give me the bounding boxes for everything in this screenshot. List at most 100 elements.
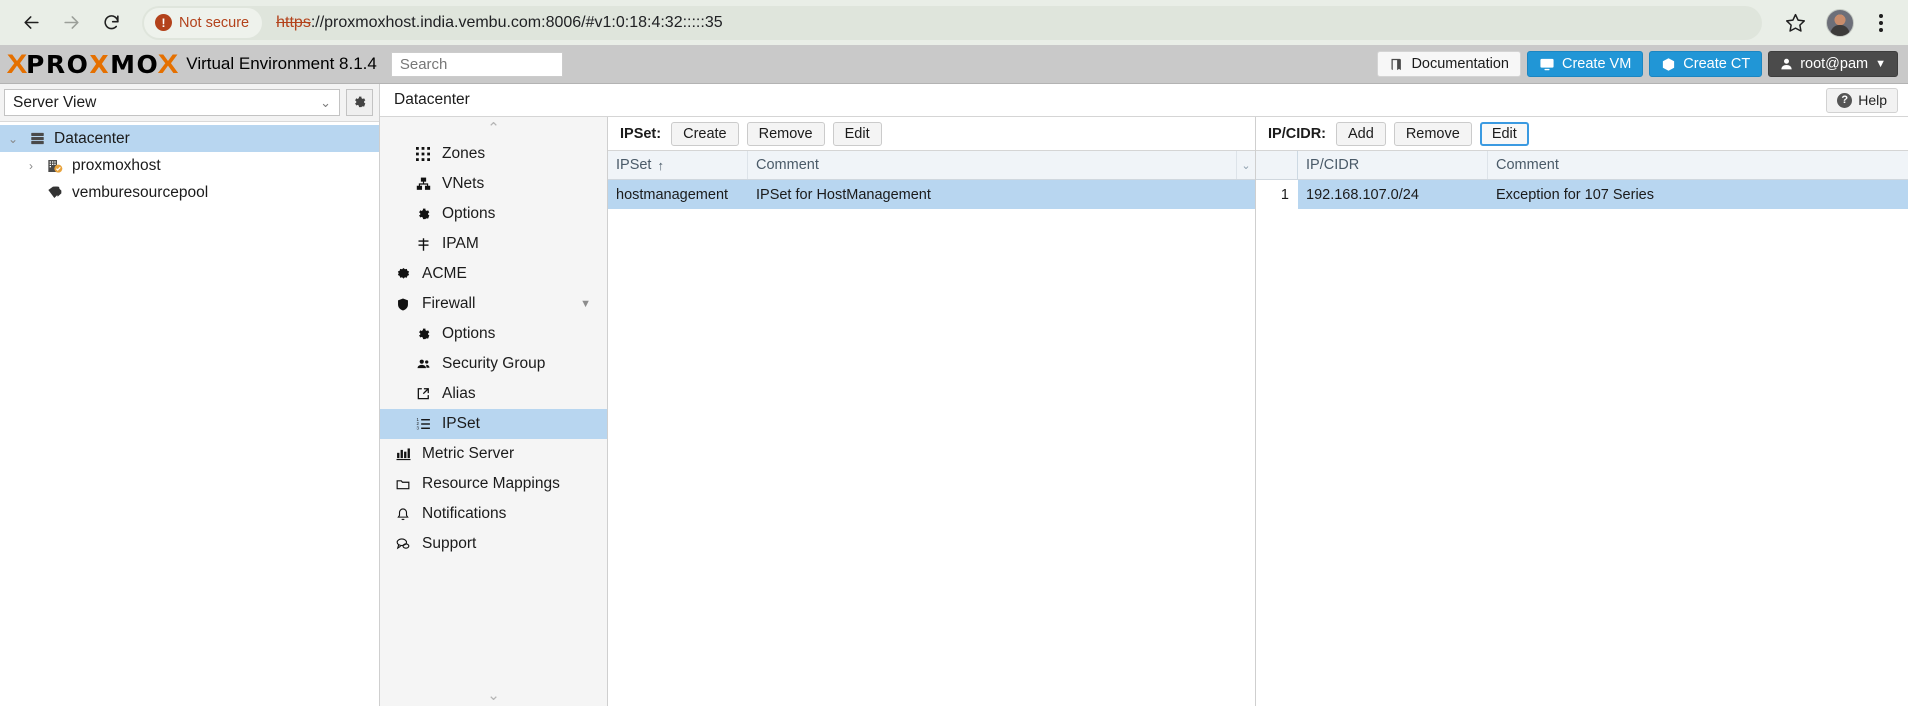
ipcidr-add-label: Add <box>1348 125 1374 142</box>
nav-scroll-down-icon[interactable]: ⌄ <box>380 684 607 706</box>
help-label: Help <box>1858 92 1887 108</box>
ipset-grid-header: IPSet ↑ Comment ⌄ <box>608 151 1255 180</box>
desktop-icon <box>1540 58 1554 70</box>
ipcidr-remove-button[interactable]: Remove <box>1393 121 1472 146</box>
create-vm-button[interactable]: Create VM <box>1526 51 1644 77</box>
three-dot-menu-icon[interactable] <box>1868 6 1894 40</box>
nav-item-metric-server[interactable]: Metric Server <box>380 439 607 469</box>
nav-item-notifications[interactable]: Notifications <box>380 499 607 529</box>
ipcidr-toolbar: IP/CIDR: Add Remove Edit <box>1256 117 1908 151</box>
nav-item-label: Zones <box>442 145 486 162</box>
user-menu-button[interactable]: root@pam ▼ <box>1768 51 1898 77</box>
column-header-ipset[interactable]: IPSet ↑ <box>608 151 748 179</box>
ipcidr-edit-label: Edit <box>1491 125 1517 142</box>
gear-icon[interactable] <box>346 89 373 116</box>
tree-item-datacenter[interactable]: ⌄ Datacenter <box>0 125 379 152</box>
datacenter-nav-menu: ⌃ Zones VNets Options IPAM ACME Firewall… <box>380 117 608 706</box>
ipcidr-grid-header: IP/CIDR Comment <box>1256 151 1908 180</box>
panes: ⌃ Zones VNets Options IPAM ACME Firewall… <box>380 117 1908 706</box>
ipset-create-label: Create <box>683 125 727 142</box>
address-bar[interactable]: ! Not secure https://proxmoxhost.india.v… <box>142 5 1762 40</box>
create-vm-label: Create VM <box>1561 56 1632 72</box>
ipcidr-add-button[interactable]: Add <box>1336 121 1386 146</box>
search-input[interactable]: Search <box>390 51 563 77</box>
profile-avatar[interactable] <box>1826 8 1854 37</box>
view-selector-value: Server View <box>13 93 97 111</box>
tree-item-vemburesourcepool[interactable]: vemburesourcepool <box>0 179 379 206</box>
user-icon <box>1781 58 1792 70</box>
documentation-button[interactable]: Documentation <box>1377 51 1521 77</box>
users-icon <box>414 357 432 371</box>
nav-item-resource-mappings[interactable]: Resource Mappings <box>380 469 607 499</box>
chevron-down-icon: ▼ <box>1875 58 1886 70</box>
view-selector[interactable]: Server View ⌄ <box>4 89 340 116</box>
tree-item-label: vemburesourcepool <box>72 183 209 201</box>
tree-item-proxmoxhost[interactable]: › proxmoxhost <box>0 152 379 179</box>
nav-item-label: Security Group <box>442 355 546 372</box>
nav-item-firewall[interactable]: Firewall ▼ <box>380 289 607 319</box>
gear-icon <box>414 207 432 222</box>
url-rest: ://proxmoxhost.india.vembu.com:8006/#v1:… <box>310 13 723 31</box>
column-header-label: Comment <box>756 157 819 173</box>
nav-item-options-sdn[interactable]: Options <box>380 199 607 229</box>
cell-rownum: 1 <box>1256 180 1298 209</box>
nav-item-label: IPSet <box>442 415 480 432</box>
column-header-rownum <box>1256 151 1298 179</box>
nav-item-label: Alias <box>442 385 476 402</box>
comments-icon <box>394 537 412 551</box>
nav-item-acme[interactable]: ACME <box>380 259 607 289</box>
datacenter-icon <box>27 131 47 146</box>
column-header-label: IP/CIDR <box>1306 157 1360 173</box>
resource-tree-panel: Server View ⌄ ⌄ Datacenter › proxmoxhost <box>0 84 380 706</box>
nav-item-options-firewall[interactable]: Options <box>380 319 607 349</box>
documentation-label: Documentation <box>1411 56 1509 72</box>
cell-ipset: hostmanagement <box>616 186 729 203</box>
chevron-down-icon[interactable]: ⌄ <box>1237 151 1255 179</box>
ipset-edit-button[interactable]: Edit <box>832 121 882 146</box>
logo-pro: PRO <box>26 49 90 79</box>
url-text: https://proxmoxhost.india.vembu.com:8006… <box>268 14 722 32</box>
nav-item-vnets[interactable]: VNets <box>380 169 607 199</box>
nav-item-support[interactable]: Support <box>380 529 607 559</box>
grid-icon <box>414 147 432 161</box>
forward-arrow-icon[interactable] <box>54 6 88 40</box>
nav-item-security-group[interactable]: Security Group <box>380 349 607 379</box>
node-icon <box>45 158 65 174</box>
nav-scroll-up-icon[interactable]: ⌃ <box>380 117 607 139</box>
ipset-toolbar: IPSet: Create Remove Edit <box>608 117 1255 151</box>
nav-item-label: Support <box>422 535 477 552</box>
book-icon <box>1391 58 1402 70</box>
ipcidr-edit-button[interactable]: Edit <box>1479 121 1529 146</box>
site-security-indicator[interactable]: ! Not secure <box>144 7 263 38</box>
nav-item-ipset[interactable]: 123 IPSet <box>380 409 607 439</box>
nav-item-alias[interactable]: Alias <box>380 379 607 409</box>
chevron-down-icon[interactable]: ▼ <box>580 298 591 310</box>
twisty-collapsed-icon[interactable]: › <box>24 159 38 173</box>
column-header-comment[interactable]: Comment <box>1488 151 1908 179</box>
proxmox-logo[interactable]: X PRO X MO X <box>7 49 179 79</box>
table-row[interactable]: hostmanagement IPSet for HostManagement <box>608 180 1255 209</box>
cell-comment: IPSet for HostManagement <box>756 186 931 203</box>
help-button[interactable]: ? Help <box>1826 87 1898 113</box>
table-row[interactable]: 1 192.168.107.0/24 Exception for 107 Ser… <box>1256 180 1908 209</box>
shield-icon <box>394 297 412 312</box>
ipset-remove-button[interactable]: Remove <box>746 121 825 146</box>
nav-list: Zones VNets Options IPAM ACME Firewall ▼… <box>380 139 607 684</box>
reload-icon[interactable] <box>94 6 128 40</box>
server-tree: ⌄ Datacenter › proxmoxhost vemburesource… <box>0 122 379 206</box>
back-arrow-icon[interactable] <box>14 6 48 40</box>
nav-item-zones[interactable]: Zones <box>380 139 607 169</box>
nav-item-ipam[interactable]: IPAM <box>380 229 607 259</box>
column-header-ipcidr[interactable]: IP/CIDR <box>1298 151 1488 179</box>
url-scheme: https <box>276 13 311 31</box>
nav-item-label: Options <box>442 325 496 342</box>
bookmark-star-icon[interactable] <box>1778 6 1812 40</box>
nav-item-label: Firewall <box>422 295 476 312</box>
tree-item-label: proxmoxhost <box>72 156 161 174</box>
create-ct-label: Create CT <box>1683 56 1751 72</box>
column-header-comment[interactable]: Comment <box>748 151 1237 179</box>
ipset-create-button[interactable]: Create <box>671 121 739 146</box>
column-header-label: Comment <box>1496 157 1559 173</box>
create-ct-button[interactable]: Create CT <box>1649 51 1763 77</box>
twisty-expanded-icon[interactable]: ⌄ <box>6 132 20 146</box>
